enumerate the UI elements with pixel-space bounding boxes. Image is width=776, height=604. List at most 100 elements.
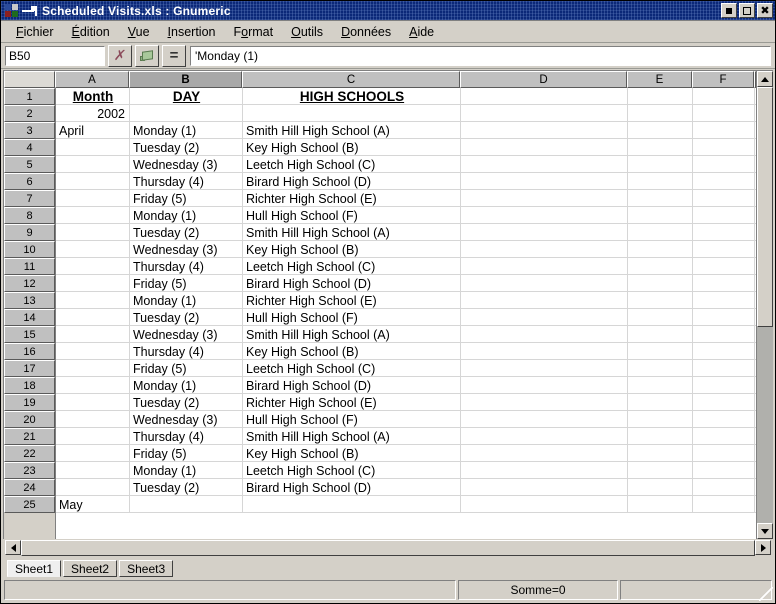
cell-A15[interactable] <box>56 326 130 342</box>
window-shade-icon[interactable] <box>22 5 38 17</box>
cell-C21[interactable]: Smith Hill High School (A) <box>243 428 461 444</box>
cell-F20[interactable] <box>693 411 755 427</box>
cell-F8[interactable] <box>693 207 755 223</box>
cell-A20[interactable] <box>56 411 130 427</box>
scroll-up-button[interactable] <box>757 71 773 87</box>
cell-B16[interactable]: Thursday (4) <box>130 343 243 359</box>
scroll-down-button[interactable] <box>757 523 773 539</box>
cell-E9[interactable] <box>628 224 693 240</box>
cell-B19[interactable]: Tuesday (2) <box>130 394 243 410</box>
cell-C7[interactable]: Richter High School (E) <box>243 190 461 206</box>
cell-D2[interactable] <box>461 105 628 121</box>
cell-C9[interactable]: Smith Hill High School (A) <box>243 224 461 240</box>
cell-B23[interactable]: Monday (1) <box>130 462 243 478</box>
cell-A4[interactable] <box>56 139 130 155</box>
cell-B21[interactable]: Thursday (4) <box>130 428 243 444</box>
cell-A13[interactable] <box>56 292 130 308</box>
cell-E25[interactable] <box>628 496 693 512</box>
cell-F3[interactable] <box>693 122 755 138</box>
cell-C3[interactable]: Smith Hill High School (A) <box>243 122 461 138</box>
row-header-12[interactable]: 12 <box>4 275 55 292</box>
cell-A9[interactable] <box>56 224 130 240</box>
cell-C25[interactable] <box>243 496 461 512</box>
cell-C23[interactable]: Leetch High School (C) <box>243 462 461 478</box>
sheet-tab-sheet1[interactable]: Sheet1 <box>7 560 62 577</box>
menu-fichier[interactable]: Fichier <box>7 23 63 41</box>
cell-E4[interactable] <box>628 139 693 155</box>
cell-B17[interactable]: Friday (5) <box>130 360 243 376</box>
cell-E23[interactable] <box>628 462 693 478</box>
column-header-e[interactable]: E <box>627 71 692 88</box>
cell-D18[interactable] <box>461 377 628 393</box>
cell-B1[interactable]: DAY <box>130 88 243 104</box>
cell-E19[interactable] <box>628 394 693 410</box>
cell-A7[interactable] <box>56 190 130 206</box>
cell-F16[interactable] <box>693 343 755 359</box>
cell-B4[interactable]: Tuesday (2) <box>130 139 243 155</box>
cell-D5[interactable] <box>461 156 628 172</box>
row-header-3[interactable]: 3 <box>4 122 55 139</box>
cell-F18[interactable] <box>693 377 755 393</box>
cell-D12[interactable] <box>461 275 628 291</box>
column-header-d[interactable]: D <box>460 71 627 88</box>
cell-D25[interactable] <box>461 496 628 512</box>
cell-F19[interactable] <box>693 394 755 410</box>
row-header-2[interactable]: 2 <box>4 105 55 122</box>
cell-F22[interactable] <box>693 445 755 461</box>
cell-A18[interactable] <box>56 377 130 393</box>
cell-F14[interactable] <box>693 309 755 325</box>
menu-format[interactable]: Format <box>225 23 283 41</box>
row-header-5[interactable]: 5 <box>4 156 55 173</box>
cell-A14[interactable] <box>56 309 130 325</box>
cell-E15[interactable] <box>628 326 693 342</box>
select-all-corner[interactable] <box>4 71 55 88</box>
cell-E17[interactable] <box>628 360 693 376</box>
cell-A6[interactable] <box>56 173 130 189</box>
cell-E3[interactable] <box>628 122 693 138</box>
row-header-18[interactable]: 18 <box>4 377 55 394</box>
cell-E7[interactable] <box>628 190 693 206</box>
cell-A22[interactable] <box>56 445 130 461</box>
cell-A21[interactable] <box>56 428 130 444</box>
cell-C20[interactable]: Hull High School (F) <box>243 411 461 427</box>
cell-E12[interactable] <box>628 275 693 291</box>
cell-C22[interactable]: Key High School (B) <box>243 445 461 461</box>
sheet-tab-sheet3[interactable]: Sheet3 <box>119 560 174 577</box>
cell-B20[interactable]: Wednesday (3) <box>130 411 243 427</box>
cell-F2[interactable] <box>693 105 755 121</box>
cell-A2[interactable]: 2002 <box>56 105 130 121</box>
cell-F13[interactable] <box>693 292 755 308</box>
cell-C2[interactable] <box>243 105 461 121</box>
cell-F10[interactable] <box>693 241 755 257</box>
scroll-left-button[interactable] <box>5 540 21 555</box>
cell-A1[interactable]: Month <box>56 88 130 104</box>
cell-E2[interactable] <box>628 105 693 121</box>
cell-C16[interactable]: Key High School (B) <box>243 343 461 359</box>
row-header-4[interactable]: 4 <box>4 139 55 156</box>
name-box[interactable]: B50 <box>5 45 105 66</box>
menu-aide[interactable]: Aide <box>400 23 443 41</box>
cell-A17[interactable] <box>56 360 130 376</box>
row-header-17[interactable]: 17 <box>4 360 55 377</box>
row-header-9[interactable]: 9 <box>4 224 55 241</box>
cell-E1[interactable] <box>628 88 693 104</box>
cell-D17[interactable] <box>461 360 628 376</box>
cell-E8[interactable] <box>628 207 693 223</box>
column-header-a[interactable]: A <box>55 71 129 88</box>
cell-D6[interactable] <box>461 173 628 189</box>
row-header-19[interactable]: 19 <box>4 394 55 411</box>
cell-B25[interactable] <box>130 496 243 512</box>
gnumeric-icon[interactable] <box>5 3 20 18</box>
cell-F21[interactable] <box>693 428 755 444</box>
cell-F4[interactable] <box>693 139 755 155</box>
column-header-b[interactable]: B <box>129 71 242 88</box>
cell-B24[interactable]: Tuesday (2) <box>130 479 243 495</box>
cell-E22[interactable] <box>628 445 693 461</box>
cell-C13[interactable]: Richter High School (E) <box>243 292 461 308</box>
horizontal-scroll-track[interactable] <box>21 540 755 556</box>
cell-A10[interactable] <box>56 241 130 257</box>
cell-B8[interactable]: Monday (1) <box>130 207 243 223</box>
cell-C14[interactable]: Hull High School (F) <box>243 309 461 325</box>
row-header-14[interactable]: 14 <box>4 309 55 326</box>
cell-E6[interactable] <box>628 173 693 189</box>
